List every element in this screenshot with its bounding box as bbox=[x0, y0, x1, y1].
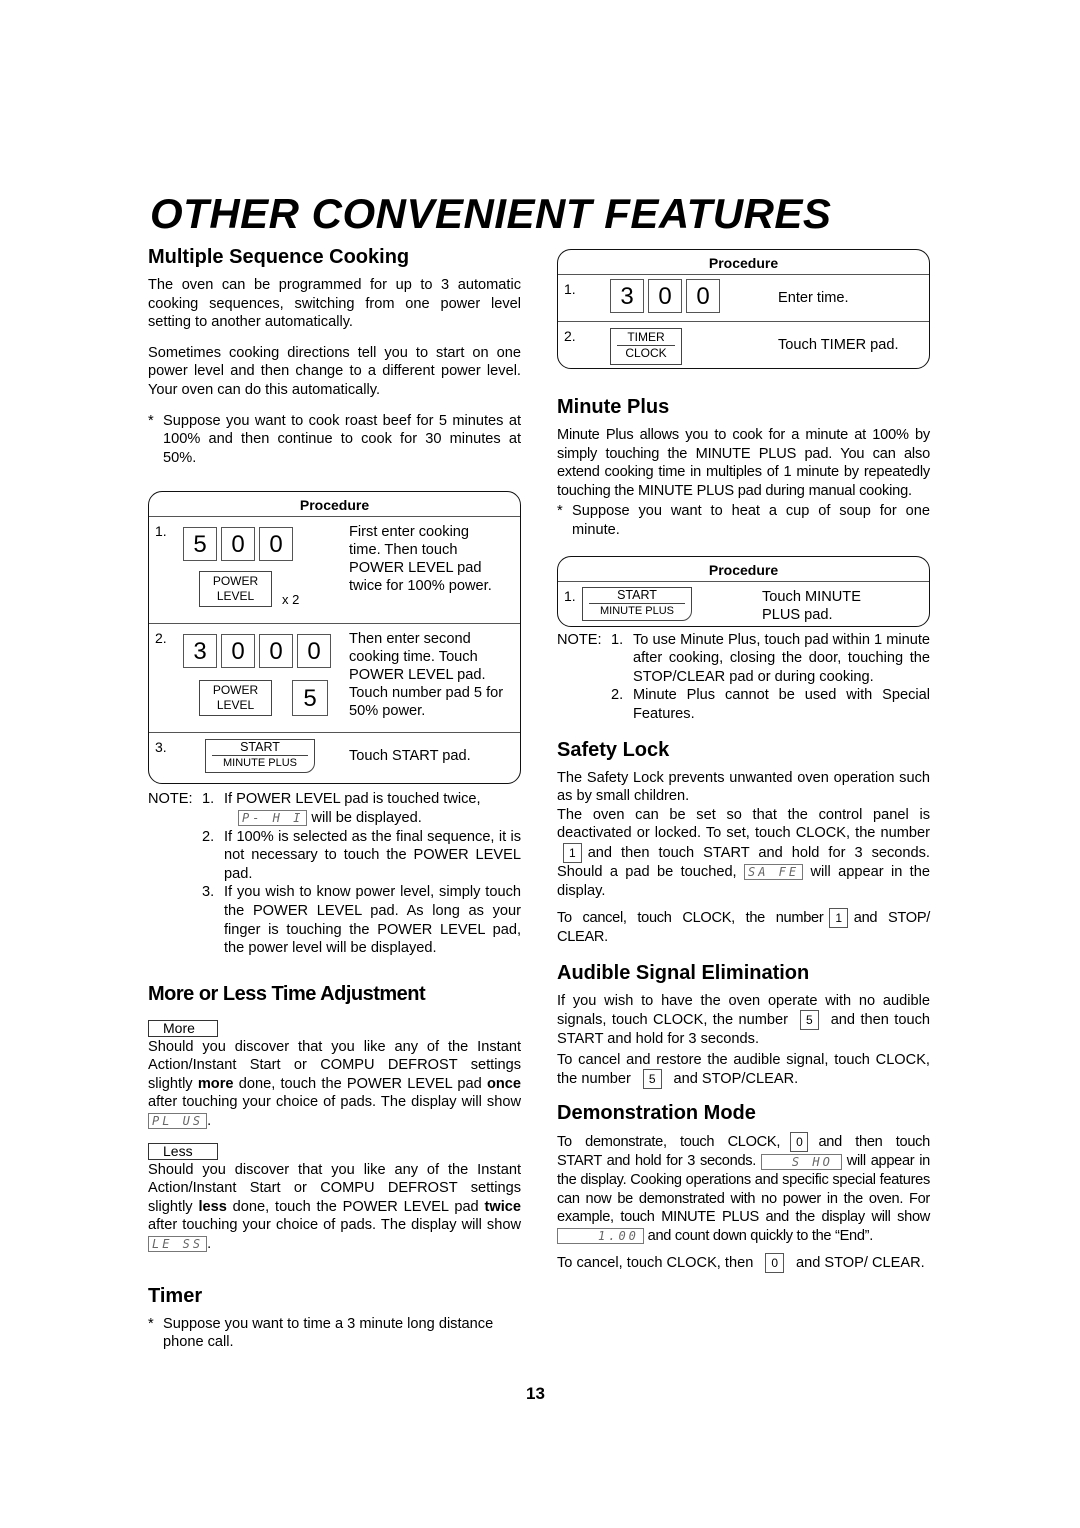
lcd-display-safe: SA FE bbox=[744, 864, 804, 881]
lcd-display-sho: S HO bbox=[760, 1153, 842, 1170]
procedure-step: 1. 3 0 0 Enter time. bbox=[558, 275, 929, 322]
step-text: Then enter second cooking time. Touch PO… bbox=[349, 631, 504, 720]
step-number: 2. bbox=[155, 630, 167, 647]
step-text: Touch TIMER pad. bbox=[778, 337, 899, 353]
audible-signal-heading: Audible Signal Elimination bbox=[557, 961, 810, 984]
more-label: More bbox=[148, 1019, 218, 1037]
step-number: 2. bbox=[564, 328, 576, 344]
step-text: Touch START pad. bbox=[349, 748, 471, 765]
number-key-1: 1 bbox=[563, 842, 582, 863]
timer-procedure-box: Procedure 1. 3 0 0 Enter time. 2. TIMER … bbox=[557, 249, 930, 369]
number-key-1: 1 bbox=[829, 908, 848, 929]
step-text: Touch MINUTE PLUS pad. bbox=[762, 588, 861, 623]
demonstration-mode-section: Demonstration Mode To demonstrate, touch… bbox=[557, 1101, 930, 1274]
note-item: 2. Minute Plus cannot be used with Speci… bbox=[611, 687, 930, 722]
multiple-sequence-para-2: Sometimes cooking directions tell you to… bbox=[148, 344, 521, 398]
note-label: NOTE: bbox=[557, 631, 602, 648]
page-number: 13 bbox=[526, 1384, 545, 1403]
timer-example: * Suppose you want to time a 3 minute lo… bbox=[148, 1315, 494, 1351]
bullet-asterisk: * bbox=[148, 412, 154, 429]
number-pad-3: 3 bbox=[610, 279, 644, 313]
note-item: NOTE: 1. If POWER LEVEL pad is touched t… bbox=[148, 791, 481, 827]
number-pad-0: 0 bbox=[259, 634, 293, 669]
multiple-sequence-section: Multiple Sequence Cooking The oven can b… bbox=[148, 245, 521, 958]
safety-lock-section: Safety Lock The Safety Lock prevents unw… bbox=[557, 738, 930, 947]
safety-lock-para-2: The oven can be set so that the control … bbox=[557, 806, 930, 899]
safety-lock-cancel: To cancel, touch CLOCK, the number 1 and S… bbox=[557, 908, 931, 946]
demonstration-mode-cancel: To cancel, touch CLOCK, then 0 and STOP/ C… bbox=[557, 1253, 930, 1274]
minute-plus-example: * Suppose you want to heat a cup of soup… bbox=[557, 503, 930, 538]
multiple-sequence-para-1: The oven can be programmed for up to 3 a… bbox=[148, 277, 521, 331]
right-column: Procedure 1. 3 0 0 Enter time. 2. TIMER … bbox=[557, 249, 930, 1274]
audible-signal-para-1: If you wish to have the oven operate wit… bbox=[557, 992, 930, 1048]
timer-section: Timer * Suppose you want to time a 3 min… bbox=[148, 1284, 521, 1352]
step-number: 1. bbox=[155, 523, 167, 540]
demonstration-mode-heading: Demonstration Mode bbox=[557, 1102, 756, 1125]
more-less-heading: More or Less Time Adjustment bbox=[148, 982, 426, 1005]
audible-signal-para-2: To cancel and restore the audible signal… bbox=[557, 1051, 930, 1090]
number-key-0: 0 bbox=[790, 1132, 809, 1153]
step-text: Enter time. bbox=[778, 290, 849, 306]
multiple-sequence-example: * Suppose you want to cook roast beef fo… bbox=[148, 412, 521, 468]
procedure-step: 3. START MINUTE PLUS Touch START pad. bbox=[149, 733, 520, 783]
example-text: Suppose you want to cook roast beef for … bbox=[163, 412, 521, 466]
less-label: Less bbox=[148, 1142, 218, 1160]
timer-clock-pad: TIMER CLOCK bbox=[610, 328, 682, 365]
demonstration-mode-para: To demonstrate, touch CLOCK, 0 and then to… bbox=[557, 1132, 930, 1244]
procedure-box: Procedure 1. 5 0 0 POWER LEVEL x 2 First… bbox=[148, 491, 521, 785]
less-text: Should you discover that you like any of… bbox=[148, 1161, 521, 1253]
start-minute-plus-pad: START MINUTE PLUS bbox=[205, 739, 315, 774]
procedure-step: 2. 3 0 0 0 POWER LEVEL 5 Then enter seco… bbox=[149, 624, 520, 734]
procedure-step: 1. START MINUTE PLUS Touch MINUTE PLUS p… bbox=[558, 582, 929, 626]
procedure-step: 1. 5 0 0 POWER LEVEL x 2 First enter coo… bbox=[149, 517, 520, 625]
step-text: First enter cooking time. Then touch POW… bbox=[349, 524, 492, 595]
number-key-5: 5 bbox=[642, 1069, 662, 1090]
notes: NOTE: 1. To use Minute Plus, touch pad w… bbox=[557, 631, 930, 724]
procedure-header: Procedure bbox=[149, 492, 520, 518]
note-item: 3. If you wish to know power level, simp… bbox=[202, 884, 521, 957]
minute-plus-section: Minute Plus Minute Plus allows you to co… bbox=[557, 395, 930, 724]
number-key-5: 5 bbox=[800, 1010, 819, 1031]
note-label: NOTE: bbox=[148, 791, 193, 808]
number-pad-0: 0 bbox=[221, 527, 255, 562]
notes: NOTE: 1. If POWER LEVEL pad is touched t… bbox=[148, 790, 521, 957]
procedure-step: 2. TIMER CLOCK Touch TIMER pad. bbox=[558, 322, 929, 368]
timer-heading: Timer bbox=[148, 1284, 203, 1307]
number-pad-0: 0 bbox=[297, 634, 331, 669]
number-pad-5: 5 bbox=[183, 527, 217, 562]
note-item: 2. If 100% is selected as the final sequ… bbox=[202, 828, 521, 882]
safety-lock-heading: Safety Lock bbox=[557, 738, 670, 761]
multiple-sequence-heading: Multiple Sequence Cooking bbox=[148, 246, 410, 268]
step-number: 3. bbox=[155, 739, 167, 756]
procedure-header: Procedure bbox=[558, 250, 929, 275]
lcd-display-1-00: 1.00 bbox=[557, 1227, 644, 1244]
start-minute-plus-pad: START MINUTE PLUS bbox=[582, 586, 692, 621]
minute-plus-para: Minute Plus allows you to cook for a min… bbox=[557, 427, 930, 499]
minute-plus-procedure-box: Procedure 1. START MINUTE PLUS Touch MIN… bbox=[557, 555, 930, 627]
power-level-pad: POWER LEVEL bbox=[199, 680, 272, 717]
number-pad-3: 3 bbox=[183, 634, 217, 669]
number-key-0: 0 bbox=[765, 1253, 784, 1274]
note-item: NOTE: 1. To use Minute Plus, touch pad w… bbox=[557, 631, 930, 685]
step-number: 1. bbox=[564, 587, 576, 604]
number-pad-0: 0 bbox=[221, 634, 255, 669]
lcd-display-plus: PL US bbox=[148, 1113, 208, 1130]
power-level-pad: POWER LEVEL bbox=[199, 571, 272, 608]
lcd-display-p-hi: P- H I bbox=[238, 810, 308, 827]
more-less-section: More or Less Time Adjustment More Should… bbox=[148, 982, 521, 1254]
number-pad-0: 0 bbox=[648, 279, 682, 313]
multiplier-label: x 2 bbox=[282, 592, 300, 608]
audible-signal-section: Audible Signal Elimination If you wish t… bbox=[557, 961, 930, 1090]
number-pad-0: 0 bbox=[259, 527, 293, 562]
minute-plus-heading: Minute Plus bbox=[557, 396, 670, 418]
lcd-display-less: LE SS bbox=[148, 1236, 208, 1253]
more-text: Should you discover that you like any of… bbox=[148, 1038, 521, 1130]
number-pad-5: 5 bbox=[292, 680, 328, 717]
safety-lock-para-1: The Safety Lock prevents unwanted oven o… bbox=[557, 769, 930, 805]
procedure-header: Procedure bbox=[558, 557, 929, 582]
left-column: Multiple Sequence Cooking The oven can b… bbox=[148, 245, 521, 1352]
step-number: 1. bbox=[564, 281, 576, 297]
number-pad-0: 0 bbox=[686, 279, 720, 313]
page-title: OTHER CONVENIENT FEATURES bbox=[150, 190, 832, 237]
